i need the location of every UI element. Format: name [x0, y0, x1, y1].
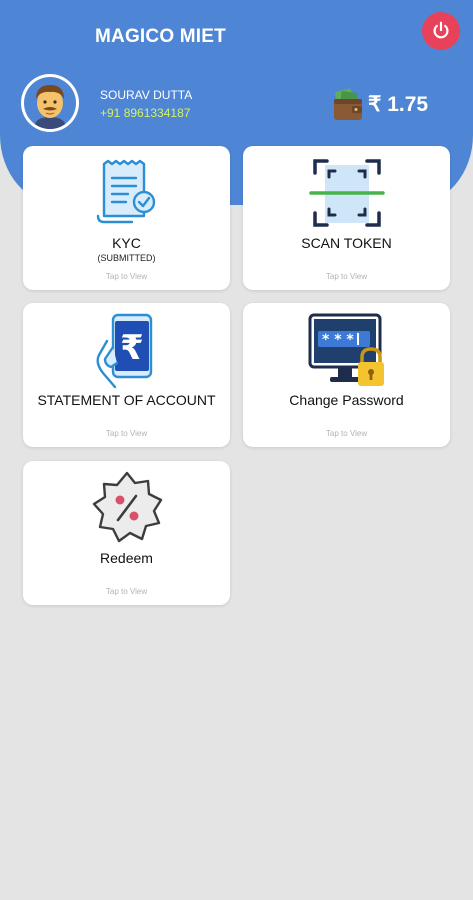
redeem-tap-hint: Tap to View: [105, 587, 148, 596]
scan-token-title: SCAN TOKEN: [301, 235, 392, 251]
scan-token-card[interactable]: SCAN TOKEN Tap to View: [243, 146, 450, 290]
rupee-phone-icon: ₹: [95, 313, 152, 389]
user-name: SOURAV DUTTA: [100, 88, 193, 102]
user-phone: +91 8961334187: [100, 106, 191, 120]
kyc-document-icon: [96, 159, 155, 224]
svg-text:₹: ₹: [120, 328, 144, 368]
change-password-title: Change Password: [289, 392, 404, 408]
wallet-icon[interactable]: [332, 88, 364, 122]
discount-badge-icon: [92, 471, 162, 543]
app-title: MAGICO MIET: [95, 26, 226, 47]
power-icon: [433, 21, 449, 39]
kyc-tap-hint: Tap to View: [105, 272, 148, 281]
change-password-card[interactable]: * * * Change Password Tap to View: [243, 303, 450, 447]
power-button[interactable]: [422, 12, 460, 50]
qr-scan-icon: [308, 159, 385, 227]
change-password-tap-hint: Tap to View: [325, 429, 368, 438]
wallet-balance: ₹ 1.75: [368, 93, 429, 116]
statement-tap-hint: Tap to View: [105, 429, 148, 438]
password-monitor-icon: * * *: [308, 313, 384, 386]
user-avatar-icon: [34, 85, 66, 129]
redeem-title: Redeem: [100, 550, 153, 566]
svg-text:* * *: * * *: [322, 332, 354, 348]
kyc-title: KYC: [112, 235, 141, 251]
kyc-card[interactable]: KYC (SUBMITTED) Tap to View: [23, 146, 230, 290]
redeem-card[interactable]: Redeem Tap to View: [23, 461, 230, 605]
kyc-status: (SUBMITTED): [97, 253, 156, 263]
statement-card[interactable]: ₹ STATEMENT OF ACCOUNT Tap to View: [23, 303, 230, 447]
avatar[interactable]: [21, 74, 79, 132]
statement-title: STATEMENT OF ACCOUNT: [37, 392, 216, 408]
scan-token-tap-hint: Tap to View: [325, 272, 368, 281]
